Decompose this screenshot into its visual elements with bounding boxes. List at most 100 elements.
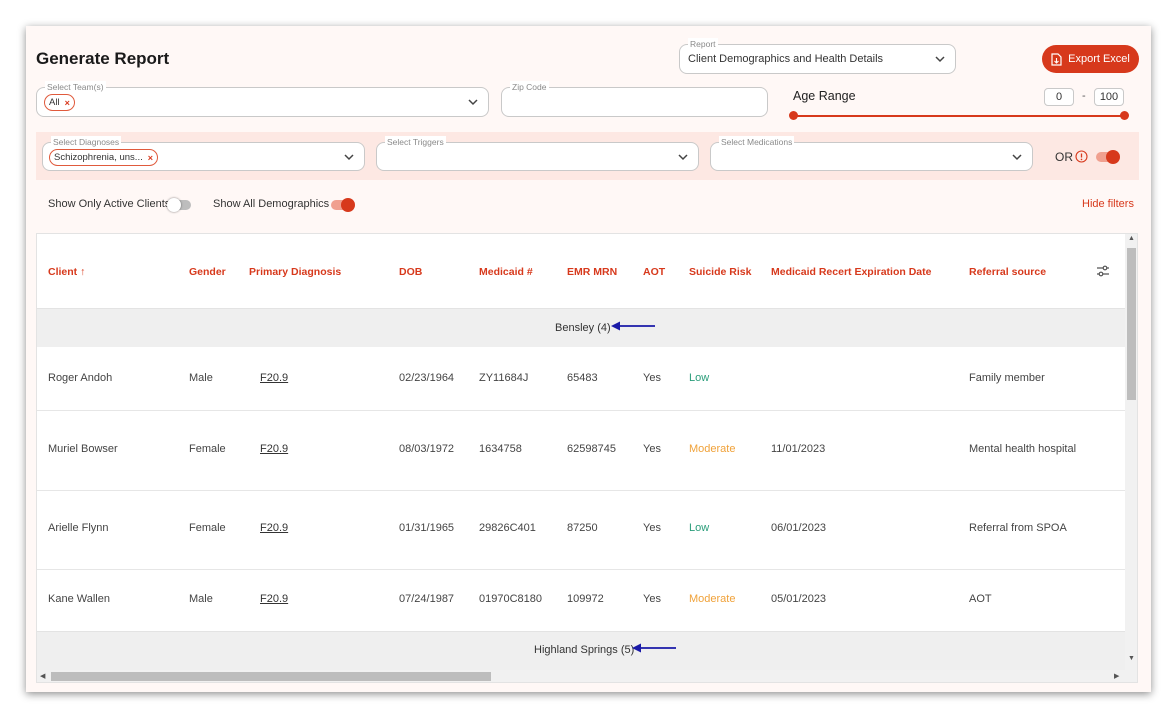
remove-chip-icon[interactable]: ×: [148, 153, 153, 163]
age-min-input[interactable]: 0: [1044, 88, 1074, 106]
cell-gender: Male: [189, 372, 213, 384]
remove-chip-icon[interactable]: ×: [65, 98, 70, 108]
column-settings-icon[interactable]: [1096, 264, 1110, 278]
zip-code-input[interactable]: Zip Code: [501, 81, 768, 117]
age-slider-max-handle[interactable]: [1120, 111, 1129, 120]
horizontal-scroll-thumb[interactable]: [51, 672, 491, 681]
row-divider: [37, 569, 1125, 570]
column-header-gender[interactable]: Gender: [189, 266, 226, 278]
team-chip-label: All: [49, 97, 60, 108]
report-select[interactable]: Report Client Demographics and Health De…: [679, 38, 956, 74]
active-clients-toggle[interactable]: [167, 198, 191, 212]
toggle-knob: [1106, 150, 1120, 164]
triggers-select[interactable]: Select Triggers: [376, 136, 699, 171]
vertical-scroll-thumb[interactable]: [1127, 248, 1136, 400]
column-header-client[interactable]: Client ↑: [48, 266, 85, 278]
cell-recert-date: 11/01/2023: [771, 443, 826, 455]
cell-suicide-risk: Low: [689, 522, 710, 534]
horizontal-scrollbar[interactable]: ◀ ▶: [37, 670, 1125, 682]
medications-select[interactable]: Select Medications: [710, 136, 1033, 171]
age-range-label: Age Range: [793, 89, 856, 103]
toggle-knob: [341, 198, 355, 212]
zip-code-label: Zip Code: [510, 81, 549, 93]
scroll-up-arrow-icon[interactable]: ▲: [1128, 235, 1135, 242]
cell-aot: Yes: [643, 443, 661, 455]
triggers-select-label: Select Triggers: [385, 136, 446, 148]
cell-aot: Yes: [643, 522, 661, 534]
column-header-medicaid[interactable]: Medicaid #: [479, 266, 533, 278]
age-max-input[interactable]: 100: [1094, 88, 1124, 106]
chevron-down-icon: [935, 56, 945, 63]
cell-client: Muriel Bowser: [48, 443, 118, 455]
cell-dob: 02/23/1964: [399, 372, 455, 384]
diagnosis-chip-label: Schizophrenia, uns...: [54, 152, 143, 163]
report-page: Generate Report Report Client Demographi…: [26, 26, 1151, 692]
cell-diagnosis-link[interactable]: F20.9: [260, 593, 288, 605]
diagnoses-select-label: Select Diagnoses: [51, 136, 122, 148]
scroll-left-arrow-icon[interactable]: ◀: [40, 672, 45, 680]
export-excel-label: Export Excel: [1068, 53, 1130, 65]
annotation-arrow-icon: [632, 643, 676, 653]
group-label-bensley: Bensley (4): [555, 322, 611, 334]
row-divider: [37, 490, 1125, 491]
sort-ascending-icon[interactable]: ↑: [80, 266, 85, 278]
cell-medicaid: 1634758: [479, 443, 522, 455]
cell-emr-mrn: 62598745: [567, 443, 616, 455]
cell-recert-date: 05/01/2023: [771, 593, 827, 605]
scroll-right-arrow-icon[interactable]: ▶: [1114, 672, 1119, 680]
column-header-aot[interactable]: AOT: [643, 266, 665, 278]
all-demographics-toggle[interactable]: [331, 198, 355, 212]
cell-client: Arielle Flynn: [48, 522, 109, 534]
cell-dob: 01/31/1965: [399, 522, 455, 534]
age-range-separator: -: [1082, 90, 1086, 102]
diagnoses-select[interactable]: Select Diagnoses Schizophrenia, uns... ×: [42, 136, 365, 171]
page-title: Generate Report: [36, 49, 170, 68]
chevron-down-icon: [1012, 154, 1022, 161]
cell-diagnosis-link[interactable]: F20.9: [260, 522, 288, 534]
cell-referral: Mental health hospital: [969, 443, 1077, 455]
cell-suicide-risk: Moderate: [689, 593, 736, 605]
cell-referral: AOT: [969, 593, 992, 605]
age-slider-min-handle[interactable]: [789, 111, 798, 120]
age-range-slider-track[interactable]: [793, 115, 1125, 117]
cell-dob: 07/24/1987: [399, 593, 455, 605]
diagnosis-chip[interactable]: Schizophrenia, uns... ×: [49, 149, 158, 166]
cell-referral: Family member: [969, 372, 1045, 384]
teams-select[interactable]: Select Team(s) All ×: [36, 81, 489, 117]
column-header-referral-source[interactable]: Referral source: [969, 266, 1046, 278]
cell-recert-date: 06/01/2023: [771, 522, 827, 534]
annotation-arrow-icon: [611, 321, 655, 331]
report-select-label: Report: [688, 38, 718, 50]
cell-client: Kane Wallen: [48, 593, 110, 605]
export-excel-button[interactable]: Export Excel: [1042, 45, 1139, 73]
cell-gender: Female: [189, 522, 226, 534]
cell-client: Roger Andoh: [48, 372, 113, 384]
column-header-primary-diagnosis[interactable]: Primary Diagnosis: [249, 266, 341, 278]
chevron-down-icon: [468, 99, 478, 106]
column-header-dob[interactable]: DOB: [399, 266, 422, 278]
column-header-suicide-risk[interactable]: Suicide Risk: [689, 266, 751, 278]
cell-medicaid: ZY11684J: [479, 372, 529, 384]
chevron-down-icon: [678, 154, 688, 161]
team-chip[interactable]: All ×: [44, 94, 75, 111]
cell-aot: Yes: [643, 593, 661, 605]
cell-medicaid: 01970C8180: [479, 593, 543, 605]
column-header-label: Client: [48, 266, 78, 278]
info-alert-icon[interactable]: [1075, 150, 1088, 163]
hide-filters-link[interactable]: Hide filters: [1082, 198, 1134, 210]
report-table: Client ↑ Gender Primary Diagnosis DOB Me…: [36, 233, 1138, 683]
cell-diagnosis-link[interactable]: F20.9: [260, 443, 288, 455]
cell-gender: Male: [189, 593, 213, 605]
toggle-knob: [167, 198, 181, 212]
file-export-icon: [1051, 52, 1062, 66]
cell-diagnosis-link[interactable]: F20.9: [260, 372, 288, 384]
or-label: OR: [1055, 150, 1073, 164]
column-header-medicaid-recert[interactable]: Medicaid Recert Expiration Date: [771, 266, 931, 278]
cell-aot: Yes: [643, 372, 661, 384]
scroll-down-arrow-icon[interactable]: ▼: [1128, 655, 1135, 662]
column-header-emr-mrn[interactable]: EMR MRN: [567, 266, 617, 278]
all-demographics-label: Show All Demographics: [213, 198, 330, 210]
or-toggle[interactable]: [1096, 150, 1120, 164]
cell-dob: 08/03/1972: [399, 443, 455, 455]
vertical-scrollbar[interactable]: ▲ ▼: [1125, 234, 1137, 682]
